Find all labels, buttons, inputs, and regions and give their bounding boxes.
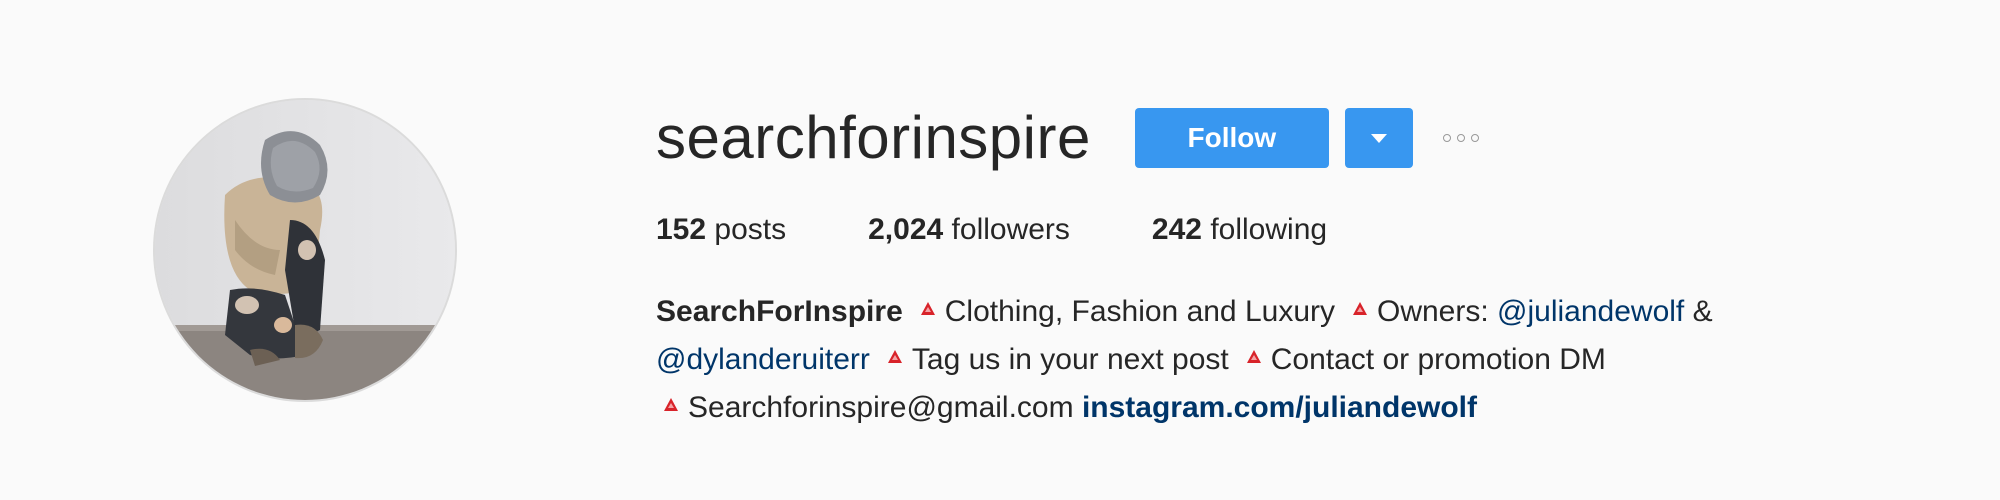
posts-stat: 152 posts bbox=[656, 210, 786, 250]
dot bbox=[1442, 134, 1451, 142]
followers-label: followers bbox=[951, 213, 1070, 246]
red-triangle-icon bbox=[1353, 302, 1367, 315]
more-options-icon[interactable] bbox=[1442, 118, 1479, 158]
dot bbox=[1456, 134, 1465, 142]
posts-label: posts bbox=[714, 213, 787, 246]
suggestions-dropdown-button[interactable] bbox=[1344, 108, 1413, 168]
profile-avatar[interactable] bbox=[153, 98, 457, 402]
red-triangle-icon bbox=[887, 350, 902, 363]
posts-count: 152 bbox=[656, 213, 707, 246]
bio-text: Clothing, Fashion and Luxury bbox=[944, 295, 1335, 328]
avatar-photo bbox=[155, 100, 455, 400]
profile-bio: SearchForInspire Clothing, Fashion and Lu… bbox=[656, 288, 1856, 432]
profile-username: searchforinspire bbox=[656, 104, 1091, 171]
followers-stat[interactable]: 2,024 followers bbox=[868, 210, 1070, 250]
followers-count: 2,024 bbox=[868, 213, 944, 246]
bio-text: Owners: bbox=[1377, 295, 1498, 328]
following-label: following bbox=[1210, 213, 1328, 246]
bio-text: Tag us in your next post bbox=[911, 343, 1229, 376]
follow-button[interactable]: Follow bbox=[1134, 108, 1329, 168]
profile-full-name: SearchForInspire bbox=[656, 295, 903, 328]
website-link[interactable]: instagram.com/juliandewolf bbox=[1082, 391, 1477, 424]
bio-email: Searchforinspire@gmail.com bbox=[688, 391, 1074, 424]
red-triangle-icon bbox=[1246, 350, 1261, 363]
chevron-down-icon bbox=[1370, 133, 1387, 143]
mention-link[interactable]: @dylanderuiterr bbox=[656, 343, 870, 376]
following-count: 242 bbox=[1151, 213, 1202, 246]
red-triangle-icon bbox=[920, 302, 935, 315]
bio-text: & bbox=[1684, 295, 1713, 328]
profile-info: searchforinspire Follow 152 posts 2,024 … bbox=[656, 100, 1856, 432]
following-stat[interactable]: 242 following bbox=[1152, 210, 1327, 250]
mention-link[interactable]: @juliandewolf bbox=[1497, 295, 1684, 328]
dot bbox=[1470, 134, 1479, 142]
bio-text: Contact or promotion DM bbox=[1270, 343, 1606, 376]
profile-page: searchforinspire Follow 152 posts 2,024 … bbox=[0, 0, 2000, 500]
red-triangle-icon bbox=[664, 398, 678, 411]
profile-header: searchforinspire Follow bbox=[656, 100, 1856, 176]
profile-stats: 152 posts 2,024 followers 242 following bbox=[656, 210, 1856, 250]
